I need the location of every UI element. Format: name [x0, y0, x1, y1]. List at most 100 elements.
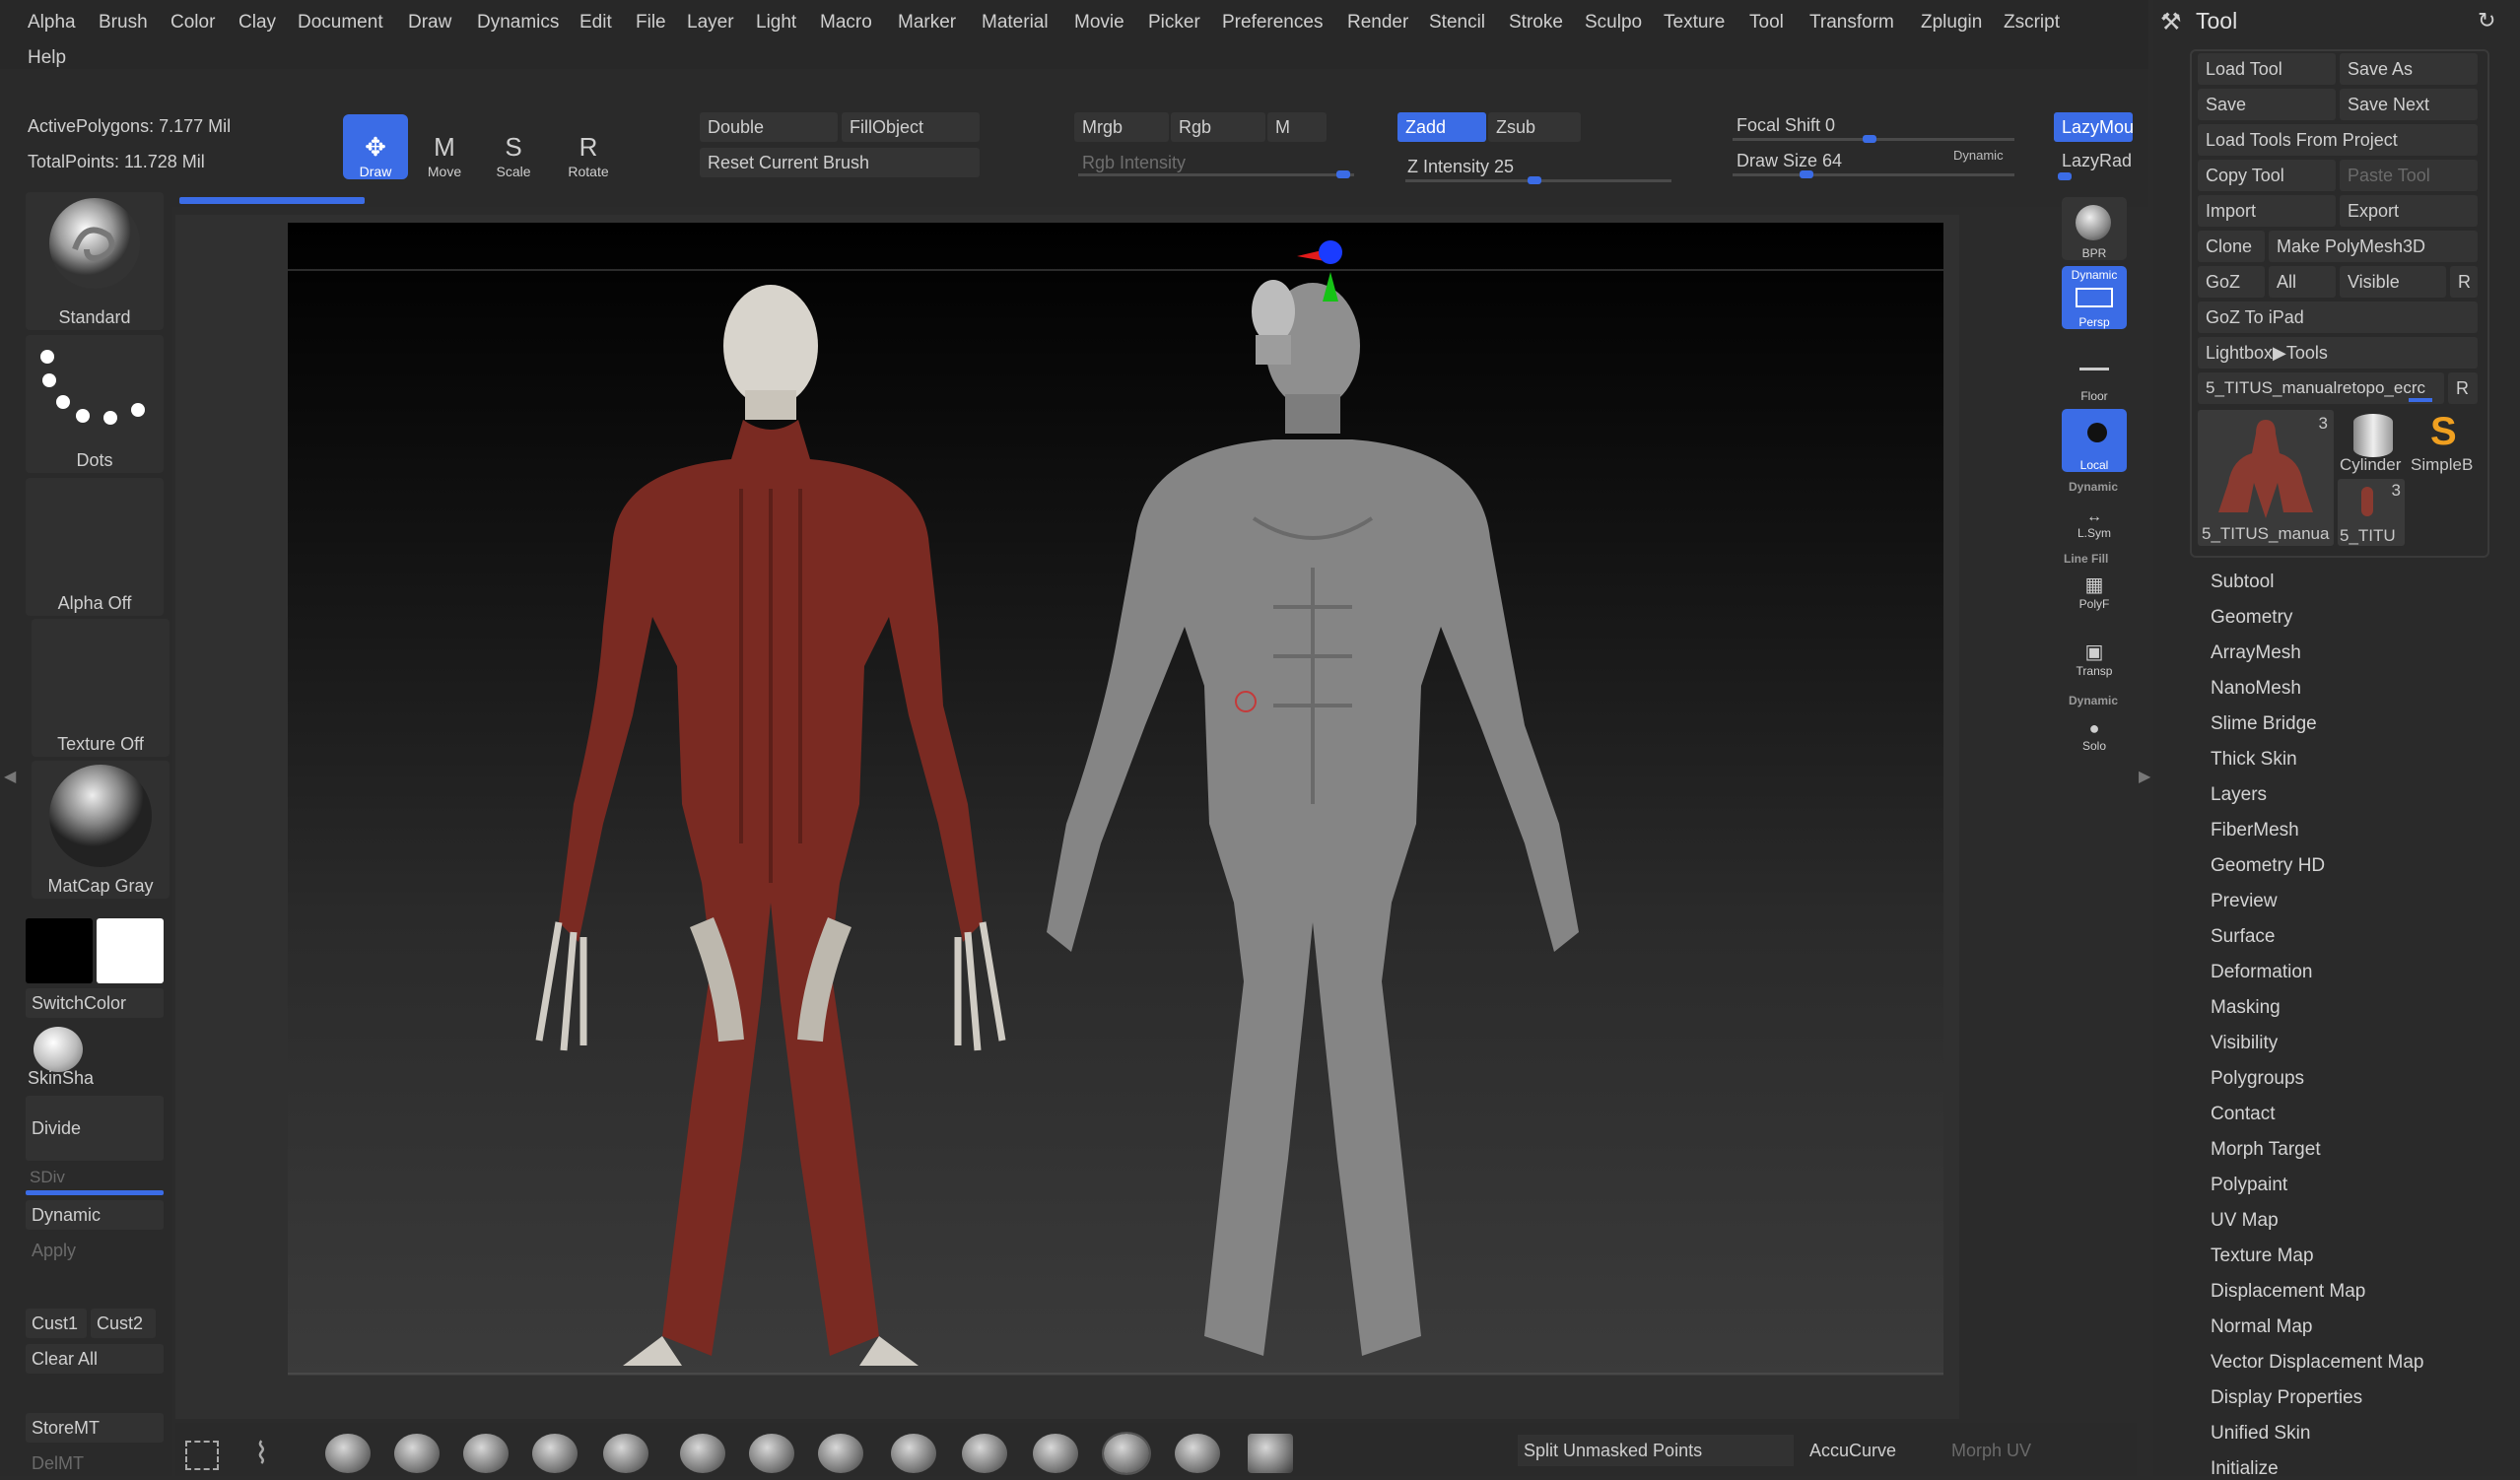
- primary-color-swatch[interactable]: [26, 918, 93, 983]
- section-deformation[interactable]: Deformation: [2211, 962, 2313, 983]
- scale-button[interactable]: S Scale: [481, 114, 546, 179]
- section-masking[interactable]: Masking: [2211, 997, 2281, 1019]
- section-surface[interactable]: Surface: [2211, 926, 2275, 948]
- section-subtool[interactable]: Subtool: [2211, 572, 2274, 593]
- brush-icon-13[interactable]: [1175, 1434, 1220, 1473]
- cust2-button[interactable]: Cust2: [91, 1309, 156, 1338]
- section-display-properties[interactable]: Display Properties: [2211, 1387, 2362, 1409]
- draw-size-dynamic-toggle[interactable]: Dynamic: [1953, 148, 2004, 163]
- goz-all-button[interactable]: All: [2269, 266, 2336, 298]
- lasso-icon[interactable]: ⌇: [254, 1437, 269, 1471]
- accucurve-button[interactable]: AccuCurve: [1804, 1435, 1941, 1466]
- rgb-intensity-knob[interactable]: [1336, 170, 1350, 178]
- menu-draw[interactable]: Draw: [408, 12, 451, 34]
- load-tool-button[interactable]: Load Tool: [2198, 53, 2336, 85]
- zadd-button[interactable]: Zadd: [1397, 112, 1486, 142]
- left-collapse-arrow-icon[interactable]: ◀: [4, 767, 16, 786]
- brush-icon-7[interactable]: [749, 1434, 794, 1473]
- save-button[interactable]: Save: [2198, 89, 2336, 120]
- section-initialize[interactable]: Initialize: [2211, 1458, 2279, 1480]
- transp-button[interactable]: ▣ Transp: [2062, 627, 2127, 678]
- lightbox-tools-button[interactable]: Lightbox▶Tools: [2198, 337, 2478, 369]
- section-slime-bridge[interactable]: Slime Bridge: [2211, 713, 2317, 735]
- lazy-radius-slider[interactable]: LazyRadi: [2054, 146, 2133, 175]
- save-next-button[interactable]: Save Next: [2340, 89, 2478, 120]
- zsub-button[interactable]: Zsub: [1488, 112, 1581, 142]
- menu-layer[interactable]: Layer: [687, 12, 734, 34]
- polyf-button[interactable]: ▦ PolyF: [2062, 564, 2127, 611]
- refresh-icon[interactable]: ↻: [2478, 8, 2495, 34]
- switch-color-button[interactable]: SwitchColor: [26, 988, 164, 1018]
- del-mt-button[interactable]: DelMT: [26, 1448, 164, 1478]
- brush-icon-5[interactable]: [603, 1434, 648, 1473]
- menu-color[interactable]: Color: [170, 12, 215, 34]
- menu-zplugin[interactable]: Zplugin: [1921, 12, 1982, 34]
- box-brush-icon[interactable]: [1248, 1434, 1293, 1473]
- menu-stroke[interactable]: Stroke: [1509, 12, 1563, 34]
- clear-all-button[interactable]: Clear All: [26, 1344, 164, 1374]
- section-displacement-map[interactable]: Displacement Map: [2211, 1281, 2365, 1303]
- clone-button[interactable]: Clone: [2198, 231, 2265, 262]
- brush-icon-10[interactable]: [962, 1434, 1007, 1473]
- brush-icon-4[interactable]: [532, 1434, 578, 1473]
- floor-button[interactable]: Floor: [2062, 340, 2127, 403]
- rgb-button[interactable]: Rgb: [1171, 112, 1265, 142]
- apply-button[interactable]: Apply: [26, 1236, 164, 1265]
- m-button[interactable]: M: [1267, 112, 1327, 142]
- tool-thumb-small[interactable]: 3 5_TITU: [2338, 479, 2405, 546]
- menu-texture[interactable]: Texture: [1664, 12, 1725, 34]
- alpha-thumbnail[interactable]: Alpha Off: [26, 478, 164, 616]
- brush-icon-12[interactable]: [1102, 1432, 1151, 1475]
- section-unified-skin[interactable]: Unified Skin: [2211, 1423, 2310, 1445]
- menu-alpha[interactable]: Alpha: [28, 12, 76, 34]
- tool-thumb-simpleb[interactable]: S SimpleB: [2411, 410, 2482, 475]
- morph-uv-button[interactable]: Morph UV: [1945, 1435, 2064, 1466]
- persp-button[interactable]: Dynamic Persp: [2062, 266, 2127, 329]
- section-fibermesh[interactable]: FiberMesh: [2211, 820, 2299, 841]
- load-tools-from-project-button[interactable]: Load Tools From Project: [2198, 124, 2478, 156]
- brush-icon-3[interactable]: [463, 1434, 509, 1473]
- split-unmasked-points-button[interactable]: Split Unmasked Points: [1518, 1435, 1794, 1466]
- bpr-button[interactable]: BPR: [2062, 197, 2127, 260]
- select-rect-icon[interactable]: [185, 1441, 219, 1470]
- move-button[interactable]: M Move: [412, 114, 477, 179]
- section-thick-skin[interactable]: Thick Skin: [2211, 749, 2297, 771]
- save-as-button[interactable]: Save As: [2340, 53, 2478, 85]
- divide-button[interactable]: Divide: [26, 1096, 164, 1161]
- double-button[interactable]: Double: [700, 112, 838, 142]
- reset-current-brush-button[interactable]: Reset Current Brush: [700, 148, 980, 177]
- local-button[interactable]: Local: [2062, 409, 2127, 472]
- solo-button[interactable]: ● Solo: [2062, 706, 2127, 753]
- paste-tool-button[interactable]: Paste Tool: [2340, 160, 2478, 191]
- lazy-mouse-button[interactable]: LazyMou: [2054, 112, 2133, 142]
- section-arraymesh[interactable]: ArrayMesh: [2211, 642, 2301, 664]
- menu-document[interactable]: Document: [298, 12, 383, 34]
- current-tool-slider[interactable]: 5_TITUS_manualretopo_ecrc: [2198, 372, 2444, 404]
- brush-thumbnail[interactable]: Standard: [26, 192, 164, 330]
- tool-thumb-cylinder[interactable]: Cylinder: [2338, 410, 2409, 475]
- cust1-button[interactable]: Cust1: [26, 1309, 87, 1338]
- material-thumbnail[interactable]: MatCap Gray: [32, 761, 170, 899]
- draw-button[interactable]: ✥ Draw: [343, 114, 408, 179]
- section-texture-map[interactable]: Texture Map: [2211, 1245, 2314, 1267]
- section-nanomesh[interactable]: NanoMesh: [2211, 678, 2301, 700]
- brush-icon-2[interactable]: [394, 1434, 440, 1473]
- section-morph-target[interactable]: Morph Target: [2211, 1139, 2321, 1161]
- focal-shift-knob[interactable]: [1863, 135, 1876, 143]
- section-polygroups[interactable]: Polygroups: [2211, 1068, 2304, 1090]
- brush-icon-11[interactable]: [1033, 1434, 1078, 1473]
- brush-icon-1[interactable]: [325, 1434, 371, 1473]
- lsym-button[interactable]: ↔ L.Sym: [2062, 493, 2127, 540]
- store-mt-button[interactable]: StoreMT: [26, 1413, 164, 1443]
- document-canvas[interactable]: [288, 223, 1943, 1376]
- section-vector-displacement-map[interactable]: Vector Displacement Map: [2211, 1352, 2424, 1374]
- menu-marker[interactable]: Marker: [898, 12, 956, 34]
- brush-icon-9[interactable]: [891, 1434, 936, 1473]
- menu-help[interactable]: Help: [28, 47, 66, 69]
- mrgb-button[interactable]: Mrgb: [1074, 112, 1169, 142]
- goz-visible-button[interactable]: Visible: [2340, 266, 2446, 298]
- menu-movie[interactable]: Movie: [1074, 12, 1124, 34]
- current-tool-r-button[interactable]: R: [2448, 372, 2478, 404]
- sdiv-slider[interactable]: SDiv: [30, 1168, 65, 1187]
- secondary-color-swatch[interactable]: [97, 918, 164, 983]
